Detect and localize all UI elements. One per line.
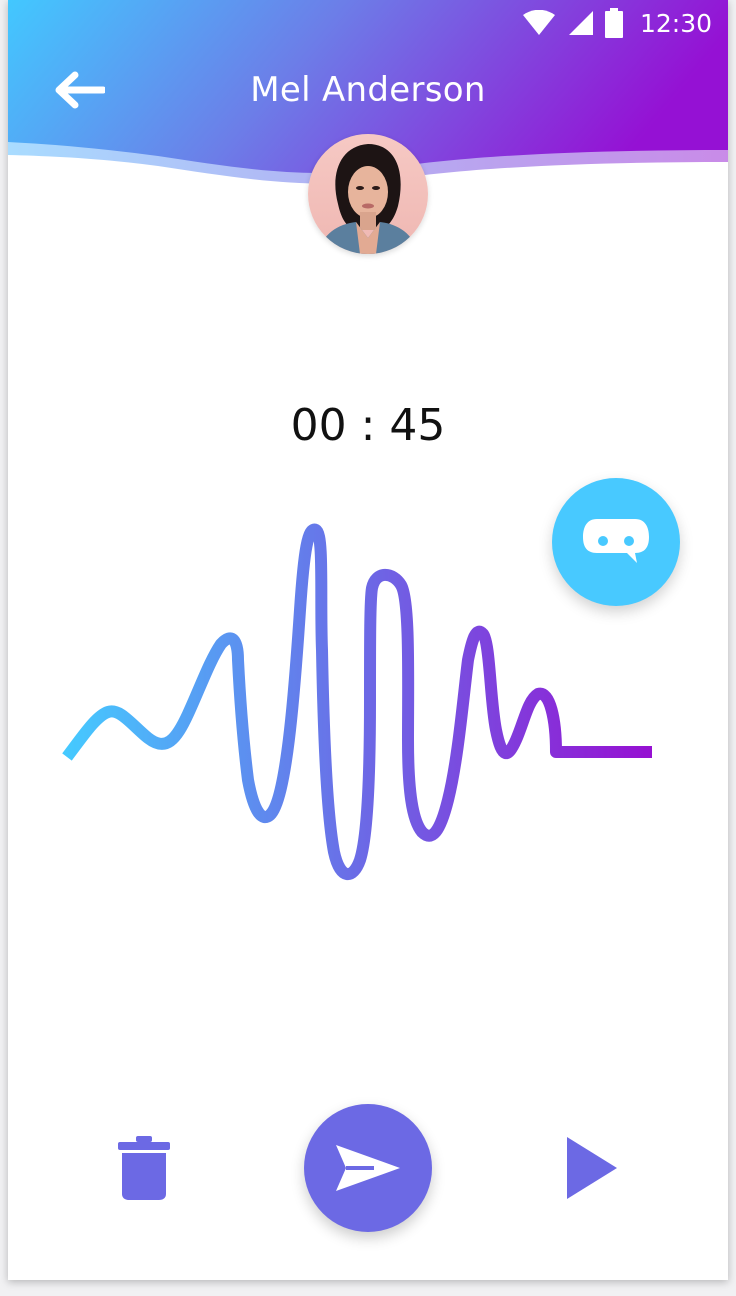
signal-icon (568, 11, 593, 35)
phone-screen: 12:30 Mel Anderson 00: 45 (8, 0, 728, 1280)
avatar[interactable] (308, 134, 428, 254)
delete-button[interactable] (112, 1130, 176, 1208)
status-bar: 12:30 (522, 0, 712, 46)
send-button[interactable] (304, 1104, 432, 1232)
recording-timer: 00 : 45 (290, 400, 446, 451)
send-icon (336, 1145, 400, 1191)
contact-name: Mel Anderson (250, 70, 486, 110)
trash-icon (118, 1136, 170, 1200)
avatar-image (308, 134, 428, 254)
status-time: 12:30 (639, 8, 712, 38)
chat-bubble-icon (583, 519, 649, 563)
chat-bot-button[interactable] (552, 478, 680, 606)
wifi-icon (522, 10, 555, 35)
play-button[interactable] (560, 1130, 624, 1206)
battery-icon (604, 8, 623, 38)
play-icon (567, 1137, 617, 1199)
